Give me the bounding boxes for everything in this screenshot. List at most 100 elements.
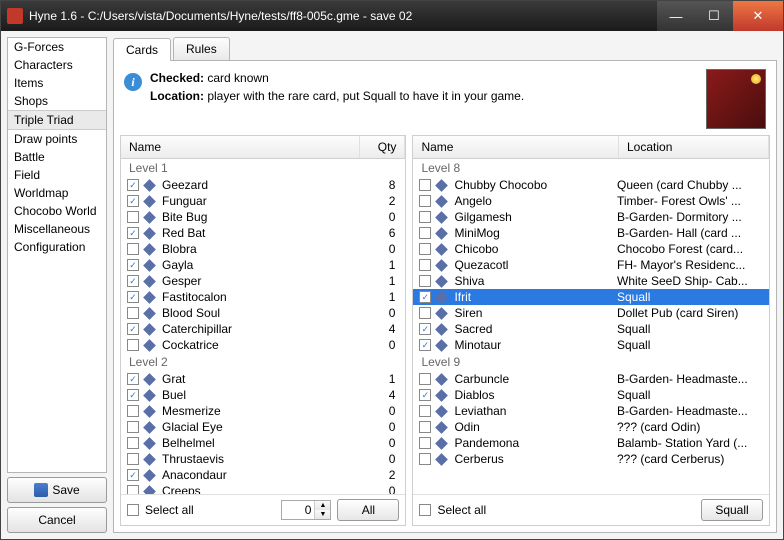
row-checkbox[interactable]: ✓ xyxy=(419,339,431,351)
table-row[interactable]: Cerberus??? (card Cerberus) xyxy=(413,451,769,467)
row-checkbox[interactable] xyxy=(419,195,431,207)
row-checkbox[interactable]: ✓ xyxy=(419,291,431,303)
table-row[interactable]: ✓Red Bat6 xyxy=(121,225,405,241)
nav-item[interactable]: Draw points xyxy=(8,130,106,148)
minimize-button[interactable]: — xyxy=(657,1,695,31)
row-checkbox[interactable]: ✓ xyxy=(127,195,139,207)
col-qty[interactable]: Qty xyxy=(360,136,405,158)
row-checkbox[interactable] xyxy=(127,307,139,319)
table-row[interactable]: ✓Gayla1 xyxy=(121,257,405,273)
table-row[interactable]: ✓DiablosSquall xyxy=(413,387,769,403)
table-row[interactable]: Creeps0 xyxy=(121,483,405,494)
row-checkbox[interactable] xyxy=(127,485,139,494)
table-row[interactable]: AngeloTimber- Forest Owls' ... xyxy=(413,193,769,209)
left-selectall-checkbox[interactable] xyxy=(127,504,139,516)
qty-spinner[interactable]: ▲▼ xyxy=(281,500,331,520)
spin-down-icon[interactable]: ▼ xyxy=(315,510,330,519)
nav-item[interactable]: Characters xyxy=(8,56,106,74)
row-checkbox[interactable] xyxy=(419,453,431,465)
table-row[interactable]: ✓Buel4 xyxy=(121,387,405,403)
table-row[interactable]: QuezacotlFH- Mayor's Residenc... xyxy=(413,257,769,273)
save-button[interactable]: Save xyxy=(7,477,107,503)
table-row[interactable]: Chubby ChocoboQueen (card Chubby ... xyxy=(413,177,769,193)
table-row[interactable]: Odin??? (card Odin) xyxy=(413,419,769,435)
row-checkbox[interactable]: ✓ xyxy=(127,469,139,481)
spin-up-icon[interactable]: ▲ xyxy=(315,501,330,510)
table-row[interactable]: Thrustaevis0 xyxy=(121,451,405,467)
nav-item[interactable]: Items xyxy=(8,74,106,92)
close-button[interactable]: ✕ xyxy=(733,1,783,31)
table-row[interactable]: ✓Anacondaur2 xyxy=(121,467,405,483)
table-row[interactable]: ✓Gesper1 xyxy=(121,273,405,289)
table-row[interactable]: ShivaWhite SeeD Ship- Cab... xyxy=(413,273,769,289)
cancel-button[interactable]: Cancel xyxy=(7,507,107,533)
table-row[interactable]: Blood Soul0 xyxy=(121,305,405,321)
row-checkbox[interactable] xyxy=(419,275,431,287)
row-checkbox[interactable]: ✓ xyxy=(127,275,139,287)
row-checkbox[interactable] xyxy=(419,421,431,433)
row-checkbox[interactable] xyxy=(419,179,431,191)
right-rows[interactable]: Level 8Chubby ChocoboQueen (card Chubby … xyxy=(413,159,769,494)
row-checkbox[interactable] xyxy=(127,421,139,433)
row-checkbox[interactable] xyxy=(127,339,139,351)
table-row[interactable]: ✓IfritSquall xyxy=(413,289,769,305)
row-checkbox[interactable] xyxy=(127,437,139,449)
table-row[interactable]: ✓MinotaurSquall xyxy=(413,337,769,353)
table-row[interactable]: MiniMogB-Garden- Hall (card ... xyxy=(413,225,769,241)
table-row[interactable]: ✓Grat1 xyxy=(121,371,405,387)
table-row[interactable]: Bite Bug0 xyxy=(121,209,405,225)
row-checkbox[interactable]: ✓ xyxy=(419,323,431,335)
tab[interactable]: Cards xyxy=(113,38,171,61)
table-row[interactable]: ✓Geezard8 xyxy=(121,177,405,193)
row-checkbox[interactable] xyxy=(127,453,139,465)
row-checkbox[interactable] xyxy=(127,405,139,417)
row-checkbox[interactable]: ✓ xyxy=(419,389,431,401)
row-checkbox[interactable] xyxy=(419,437,431,449)
table-row[interactable]: PandemonaBalamb- Station Yard (... xyxy=(413,435,769,451)
row-checkbox[interactable]: ✓ xyxy=(127,291,139,303)
row-checkbox[interactable]: ✓ xyxy=(127,227,139,239)
col-name[interactable]: Name xyxy=(121,136,360,158)
table-row[interactable]: CarbuncleB-Garden- Headmaste... xyxy=(413,371,769,387)
row-checkbox[interactable]: ✓ xyxy=(127,259,139,271)
col-name[interactable]: Name xyxy=(413,136,619,158)
table-row[interactable]: Belhelmel0 xyxy=(121,435,405,451)
table-row[interactable]: ✓SacredSquall xyxy=(413,321,769,337)
table-row[interactable]: ✓Funguar2 xyxy=(121,193,405,209)
row-checkbox[interactable]: ✓ xyxy=(127,179,139,191)
nav-item[interactable]: Configuration xyxy=(8,238,106,256)
nav-item[interactable]: Miscellaneous xyxy=(8,220,106,238)
table-row[interactable]: SirenDollet Pub (card Siren) xyxy=(413,305,769,321)
all-button[interactable]: All xyxy=(337,499,399,521)
left-rows[interactable]: Level 1✓Geezard8✓Funguar2Bite Bug0✓Red B… xyxy=(121,159,405,494)
row-checkbox[interactable] xyxy=(419,227,431,239)
tab[interactable]: Rules xyxy=(173,37,230,60)
row-checkbox[interactable] xyxy=(127,211,139,223)
row-checkbox[interactable] xyxy=(419,373,431,385)
nav-item[interactable]: Field xyxy=(8,166,106,184)
table-row[interactable]: LeviathanB-Garden- Headmaste... xyxy=(413,403,769,419)
nav-item[interactable]: Chocobo World xyxy=(8,202,106,220)
row-checkbox[interactable] xyxy=(419,211,431,223)
table-row[interactable]: Glacial Eye0 xyxy=(121,419,405,435)
nav-item[interactable]: Battle xyxy=(8,148,106,166)
table-row[interactable]: ✓Fastitocalon1 xyxy=(121,289,405,305)
right-selectall-checkbox[interactable] xyxy=(419,504,431,516)
row-checkbox[interactable] xyxy=(419,405,431,417)
squall-button[interactable]: Squall xyxy=(701,499,763,521)
nav-item[interactable]: G-Forces xyxy=(8,38,106,56)
row-checkbox[interactable] xyxy=(419,307,431,319)
table-row[interactable]: Cockatrice0 xyxy=(121,337,405,353)
col-location[interactable]: Location xyxy=(619,136,769,158)
row-checkbox[interactable]: ✓ xyxy=(127,389,139,401)
nav-item[interactable]: Triple Triad xyxy=(8,110,106,130)
table-row[interactable]: GilgameshB-Garden- Dormitory ... xyxy=(413,209,769,225)
qty-input[interactable] xyxy=(282,501,314,519)
maximize-button[interactable]: ☐ xyxy=(695,1,733,31)
row-checkbox[interactable] xyxy=(419,259,431,271)
row-checkbox[interactable]: ✓ xyxy=(127,323,139,335)
nav-item[interactable]: Shops xyxy=(8,92,106,110)
table-row[interactable]: ChicoboChocobo Forest (card... xyxy=(413,241,769,257)
row-checkbox[interactable] xyxy=(127,243,139,255)
row-checkbox[interactable]: ✓ xyxy=(127,373,139,385)
